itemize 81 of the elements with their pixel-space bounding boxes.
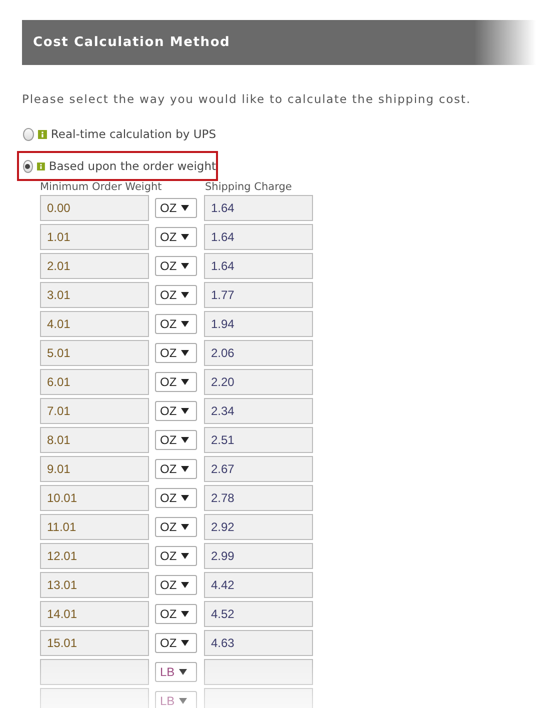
unit-dropdown[interactable]: OZ bbox=[155, 226, 197, 246]
unit-dropdown[interactable]: LB bbox=[155, 662, 197, 682]
option-label[interactable]: Based upon the order weight bbox=[48, 159, 216, 173]
charge-field[interactable]: 2.92 bbox=[204, 514, 313, 540]
caret-icon bbox=[180, 234, 189, 240]
instruction-text: Please select the way you would like to calculate the shipping cost. bbox=[22, 92, 472, 106]
weight-field[interactable]: 6.01 bbox=[40, 368, 149, 394]
unit-dropdown[interactable]: OZ bbox=[155, 400, 197, 420]
weight-field[interactable]: 1.01 bbox=[40, 224, 149, 250]
unit-dropdown[interactable]: OZ bbox=[155, 488, 197, 508]
column-header: Shipping Charge bbox=[205, 181, 293, 193]
charge-field[interactable]: 2.34 bbox=[204, 398, 313, 424]
weight-field[interactable]: 2.01 bbox=[40, 252, 149, 278]
charge-field[interactable]: 1.64 bbox=[204, 224, 313, 250]
unit-dropdown[interactable]: OZ bbox=[155, 430, 197, 450]
unit-dropdown[interactable]: OZ bbox=[155, 458, 197, 478]
unit-dropdown[interactable]: OZ bbox=[155, 342, 197, 362]
option-label[interactable]: Real-time calculation by UPS bbox=[50, 127, 216, 141]
charge-field[interactable]: 2.67 bbox=[204, 456, 313, 482]
weight-field[interactable]: 12.01 bbox=[40, 542, 149, 568]
caret-icon bbox=[180, 350, 189, 356]
unit-dropdown[interactable]: OZ bbox=[155, 372, 197, 392]
radio-button[interactable] bbox=[23, 128, 34, 140]
unit-dropdown[interactable]: OZ bbox=[155, 516, 197, 536]
weight-field[interactable]: 9.01 bbox=[40, 456, 149, 482]
caret-icon bbox=[180, 262, 189, 268]
weight-field[interactable]: 13.01 bbox=[40, 572, 149, 598]
caret-icon bbox=[180, 582, 189, 588]
unit-dropdown[interactable]: OZ bbox=[155, 198, 197, 218]
caret-icon bbox=[178, 668, 187, 674]
caret-icon bbox=[180, 436, 189, 442]
weight-field[interactable]: 7.01 bbox=[40, 398, 149, 424]
unit-dropdown[interactable]: OZ bbox=[155, 314, 197, 334]
charge-field[interactable]: 2.99 bbox=[204, 542, 313, 568]
charge-field[interactable]: 4.63 bbox=[204, 630, 313, 656]
unit-dropdown[interactable]: OZ bbox=[155, 256, 197, 276]
charge-field[interactable] bbox=[204, 688, 313, 708]
weight-field[interactable]: 15.01 bbox=[40, 630, 149, 656]
weight-field[interactable]: 11.01 bbox=[40, 514, 149, 540]
weight-field[interactable]: 10.01 bbox=[40, 484, 149, 510]
weight-field[interactable]: 3.01 bbox=[40, 282, 149, 308]
unit-dropdown[interactable]: OZ bbox=[155, 632, 197, 652]
charge-field[interactable]: 1.64 bbox=[204, 252, 313, 278]
weight-field[interactable]: 4.01 bbox=[40, 310, 149, 336]
charge-field[interactable]: 1.94 bbox=[204, 310, 313, 336]
caret-icon bbox=[180, 610, 189, 616]
weight-field[interactable] bbox=[40, 658, 149, 684]
weight-field[interactable]: 5.01 bbox=[40, 340, 149, 366]
weight-field[interactable] bbox=[40, 688, 149, 708]
charge-field[interactable]: 2.78 bbox=[204, 484, 313, 510]
caret-icon bbox=[180, 640, 189, 646]
charge-field[interactable]: 2.06 bbox=[204, 340, 313, 366]
charge-field[interactable]: 1.77 bbox=[204, 282, 313, 308]
weight-field[interactable]: 8.01 bbox=[40, 426, 149, 452]
caret-icon bbox=[180, 466, 189, 472]
unit-dropdown[interactable]: OZ bbox=[155, 546, 197, 566]
charge-field[interactable]: 2.20 bbox=[204, 368, 313, 394]
charge-field[interactable]: 4.42 bbox=[204, 572, 313, 598]
caret-icon bbox=[178, 698, 187, 704]
caret-icon bbox=[180, 524, 189, 530]
unit-dropdown[interactable]: OZ bbox=[155, 574, 197, 594]
caret-icon bbox=[180, 408, 189, 414]
caret-icon bbox=[180, 552, 189, 558]
info-icon bbox=[38, 128, 47, 140]
caret-icon bbox=[180, 378, 189, 384]
unit-dropdown[interactable]: OZ bbox=[155, 604, 197, 624]
weight-field[interactable]: 0.00 bbox=[40, 194, 149, 220]
caret-icon bbox=[180, 320, 189, 326]
charge-field[interactable]: 4.52 bbox=[204, 600, 313, 626]
charge-field[interactable]: 2.51 bbox=[204, 426, 313, 452]
section-title: Cost Calculation Method bbox=[33, 35, 230, 50]
charge-field[interactable] bbox=[204, 658, 313, 684]
charge-field[interactable]: 1.64 bbox=[204, 194, 313, 220]
caret-icon bbox=[180, 292, 189, 298]
column-header: Minimum Order Weight bbox=[40, 181, 163, 193]
caret-icon bbox=[180, 494, 189, 500]
caret-icon bbox=[180, 204, 189, 210]
unit-dropdown[interactable]: OZ bbox=[155, 284, 197, 304]
radio-button[interactable] bbox=[23, 160, 33, 172]
weight-field[interactable]: 14.01 bbox=[40, 600, 149, 626]
info-icon bbox=[36, 160, 45, 172]
